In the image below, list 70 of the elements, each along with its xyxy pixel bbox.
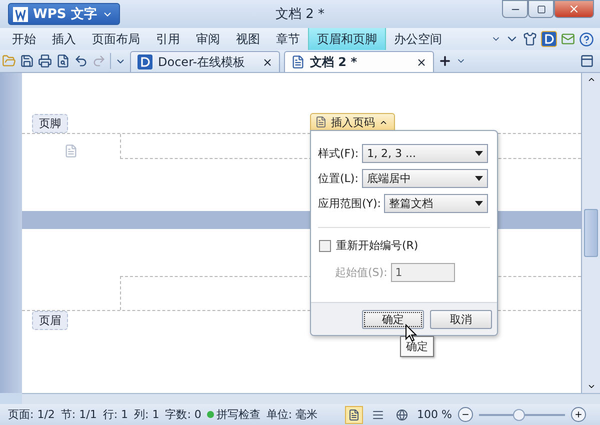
tooltip: 确定: [400, 336, 434, 357]
status-text: 字数: 0: [165, 407, 202, 422]
document-tab[interactable]: 文档 2 *: [284, 51, 434, 72]
logo-icon: [13, 6, 28, 22]
zoom-in-button[interactable]: [571, 407, 586, 422]
undo-icon[interactable]: [74, 54, 88, 68]
close-icon: [568, 3, 580, 15]
shirt-icon[interactable]: [523, 32, 537, 46]
popup-tab[interactable]: 插入页码: [310, 113, 395, 130]
dropdown-field[interactable]: 底端居中: [362, 168, 488, 188]
maximize-button[interactable]: [528, 0, 554, 18]
print-preview-icon[interactable]: [56, 54, 70, 68]
dialog-button[interactable]: 取消: [430, 310, 492, 328]
mail-icon[interactable]: [561, 32, 575, 46]
menu-tab[interactable]: 办公空间: [386, 28, 450, 50]
new-tab-icon[interactable]: [438, 54, 452, 68]
window-icon[interactable]: [580, 54, 594, 68]
maximize-icon: [536, 4, 546, 14]
page-icon: [64, 144, 78, 158]
save-icon[interactable]: [20, 54, 34, 68]
menu-tab[interactable]: 页面布局: [84, 28, 148, 50]
docer-icon: [137, 54, 153, 70]
menu-tab[interactable]: 引用: [148, 28, 188, 50]
dropdown-field[interactable]: 1, 2, 3 ...: [362, 144, 488, 162]
horizontal-scrollbar[interactable]: [22, 393, 600, 404]
document-icon: [291, 55, 305, 69]
status-text: 行: 1: [102, 407, 128, 422]
close-icon[interactable]: [416, 56, 427, 68]
footer-tag: 页脚: [32, 114, 68, 133]
page-icon: [315, 116, 327, 128]
status-text: 节: 1/1: [60, 407, 97, 422]
plus-icon: [574, 410, 583, 419]
dropdown-arrow-icon: [475, 150, 483, 156]
print-icon[interactable]: [38, 54, 52, 68]
field-label: 起始值(S):: [335, 265, 388, 280]
menu-tab[interactable]: 开始: [4, 28, 44, 50]
help-icon[interactable]: [579, 32, 594, 46]
window-title: 文档 2 *: [275, 6, 325, 23]
field-label: 应用范围(Y):: [318, 196, 382, 210]
scroll-up-icon[interactable]: [586, 75, 596, 84]
close-button[interactable]: [554, 0, 594, 18]
globe-icon: [396, 408, 408, 420]
dialog-button[interactable]: 确定: [362, 310, 424, 328]
field-label: 位置(L):: [318, 170, 359, 186]
document-tab[interactable]: Docer-在线模板: [130, 51, 280, 72]
docer-icon[interactable]: [541, 31, 557, 47]
dropdown-arrow-icon: [475, 176, 483, 180]
menu-tab[interactable]: 插入: [44, 28, 84, 50]
status-text: 页面: 1/2: [8, 407, 55, 422]
menu-tab[interactable]: 章节: [268, 28, 308, 50]
zoom-out-button[interactable]: [458, 407, 473, 422]
page-icon: [348, 408, 360, 420]
dropdown-arrow-icon: [475, 200, 483, 206]
zoom-reading: 100 %: [417, 408, 452, 421]
header-tag: 页眉: [32, 311, 68, 330]
spell-check[interactable]: 拼写检查: [207, 407, 260, 422]
app-menu-button[interactable]: WPS 文字: [8, 3, 120, 25]
field-label: 样式(F):: [318, 146, 359, 160]
status-text: 单位: 毫米: [266, 407, 318, 422]
menu-tab[interactable]: 视图: [228, 28, 268, 50]
dropdown-field[interactable]: 整篇文档: [384, 194, 488, 212]
status-text: 列: 1: [134, 407, 160, 422]
outline-icon: [372, 408, 384, 420]
menu-tab[interactable]: 审阅: [188, 28, 228, 50]
scrollbar-thumb[interactable]: [584, 209, 598, 257]
scroll-down-icon[interactable]: [586, 382, 596, 391]
menu-tab[interactable]: 页眉和页脚: [308, 28, 386, 50]
page-view-button[interactable]: [345, 406, 364, 424]
restart-checkbox[interactable]: 重新开始编号(R): [319, 238, 497, 253]
close-icon[interactable]: [262, 56, 273, 68]
